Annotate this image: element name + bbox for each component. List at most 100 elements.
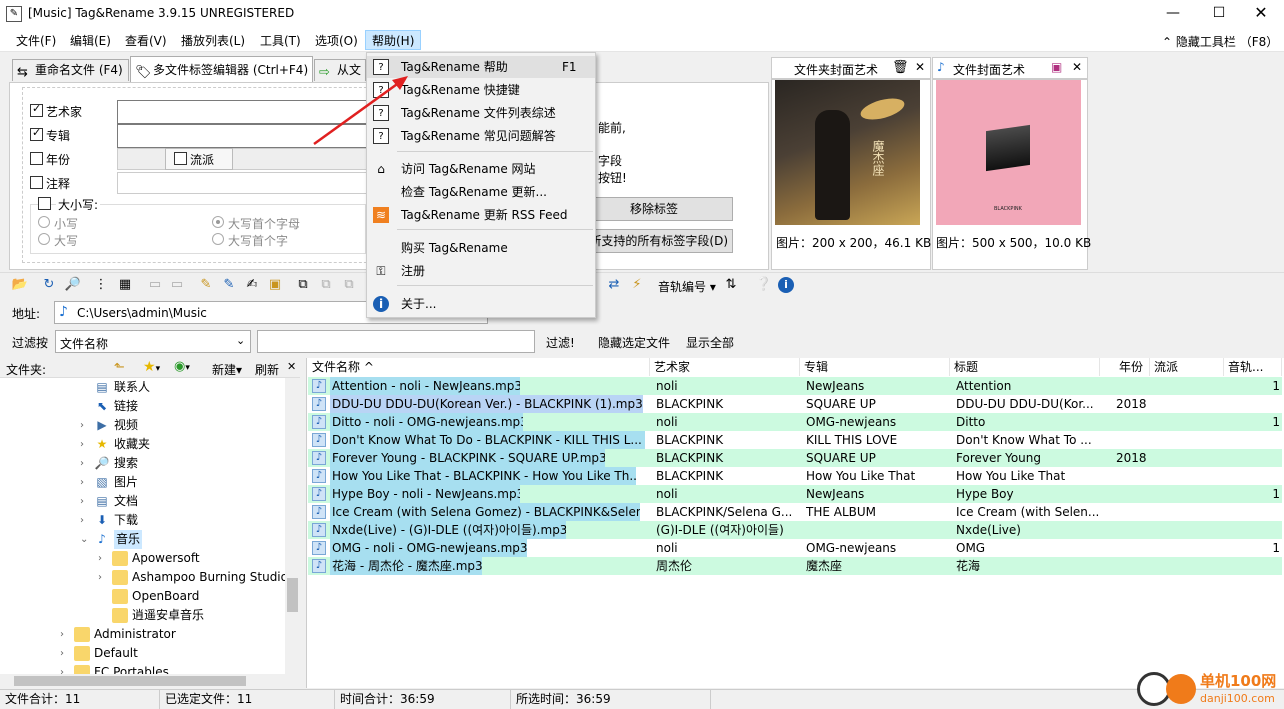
file-row[interactable]: ♪ Hype Boy - noli - NewJeans.mp3 noli NewJe… xyxy=(308,485,1282,503)
lightning-icon[interactable]: ⚡ xyxy=(628,276,646,294)
help-menu-item-9[interactable]: i 关于... xyxy=(367,293,595,315)
help-menu-item-8[interactable]: ⚿ 注册 xyxy=(367,260,595,282)
help-menu-item-5[interactable]: 检查 Tag&Rename 更新... xyxy=(367,181,595,203)
expand-chevron-icon[interactable]: › xyxy=(80,492,92,511)
tree-item-fc-portables[interactable]: › FC Portables xyxy=(60,663,300,674)
tag-edit-icon[interactable]: ✎ xyxy=(220,276,238,294)
column-header-3[interactable]: 标题 xyxy=(950,358,1100,376)
tree-icon[interactable]: ⋮ xyxy=(92,276,110,294)
help-menu-item-4[interactable]: ⌂ 访问 Tag&Rename 网站 xyxy=(367,158,595,180)
refresh-icon[interactable]: ↻ xyxy=(40,276,58,294)
capitalize-word-radio[interactable] xyxy=(212,233,224,245)
tree-item-ashampoo-burning-studio[interactable]: › Ashampoo Burning Studio xyxy=(98,568,300,587)
tree-item-apowersoft[interactable]: › Apowersoft xyxy=(98,549,300,568)
help-menu-item-7[interactable]: 购买 Tag&Rename xyxy=(367,237,595,259)
file-row[interactable]: ♪ OMG - noli - OMG-newjeans.mp3 noli OMG-ne… xyxy=(308,539,1282,557)
favorites-star-icon[interactable]: ★▾ xyxy=(143,359,160,375)
minimize-button[interactable]: — xyxy=(1150,0,1196,28)
help-icon[interactable]: ❔ xyxy=(755,276,773,294)
tab-rename-files[interactable]: ⇆ 重命名文件 (F4) xyxy=(12,59,129,81)
case-checkbox[interactable] xyxy=(38,197,51,210)
copy-icon[interactable]: ⧉ xyxy=(294,276,312,294)
maximize-button[interactable]: ☐ xyxy=(1196,0,1242,28)
help-menu-item-6[interactable]: ≋ Tag&Rename 更新 RSS Feed xyxy=(367,204,595,226)
expand-chevron-icon[interactable]: › xyxy=(98,549,110,568)
tree-item-administrator[interactable]: › Administrator xyxy=(60,625,300,644)
image-edit-icon[interactable]: ▣ xyxy=(1051,60,1062,74)
tree-item-联系人[interactable]: ▤ 联系人 xyxy=(80,378,300,397)
remove-tags-button[interactable]: 移除标签 xyxy=(575,197,733,221)
hide-toolbar-button[interactable]: ⌃ 隐藏工具栏 （F8） xyxy=(1162,33,1278,50)
column-header-6[interactable]: 音轨... xyxy=(1224,358,1282,376)
transfer-icon[interactable]: ⇄ xyxy=(605,276,623,294)
search-icon[interactable]: 🔎 xyxy=(64,276,82,294)
expand-chevron-icon[interactable]: › xyxy=(60,644,72,663)
column-header-4[interactable]: 年份 xyxy=(1100,358,1150,376)
expand-chevron-icon[interactable]: › xyxy=(80,416,92,435)
tree-item-音乐[interactable]: ⌄ ♪ 音乐 xyxy=(80,530,300,549)
new-folder-button[interactable]: 新建▾ xyxy=(212,361,242,378)
filter-button[interactable]: 过滤! xyxy=(546,334,575,351)
open-folder-icon[interactable]: 📂 xyxy=(11,276,29,294)
filter-field-select[interactable]: 文件名称 ⌄ xyxy=(55,330,251,353)
menu-options[interactable]: 选项(O) xyxy=(309,31,364,51)
tree-hscroll-thumb[interactable] xyxy=(14,676,246,686)
comment-input[interactable] xyxy=(117,172,367,194)
filter-input[interactable] xyxy=(257,330,535,353)
tree-item-链接[interactable]: ⬉ 链接 xyxy=(80,397,300,416)
year-checkbox[interactable] xyxy=(30,152,43,165)
expand-chevron-icon[interactable]: › xyxy=(98,568,110,587)
file-row[interactable]: ♪ Attention - noli - NewJeans.mp3 noli NewJ… xyxy=(308,377,1282,395)
tree-item-视频[interactable]: › ▶ 视频 xyxy=(80,416,300,435)
close-icon[interactable]: ✕ xyxy=(915,60,925,74)
lowercase-radio[interactable] xyxy=(38,216,50,228)
trash-icon[interactable]: 🗑 xyxy=(892,60,909,75)
file-row[interactable]: ♪ 花海 - 周杰伦 - 魔杰座.mp3 周杰伦 魔杰座 花海 xyxy=(308,557,1282,575)
tree-item-收藏夹[interactable]: › ★ 收藏夹 xyxy=(80,435,300,454)
expand-chevron-icon[interactable]: › xyxy=(60,663,72,674)
case-icon[interactable]: ⇅ xyxy=(722,276,740,294)
note-icon[interactable]: ✍ xyxy=(243,276,261,294)
close-icon[interactable]: ✕ xyxy=(1072,60,1082,74)
file-row[interactable]: ♪ Nxde(Live) - (G)I-DLE ((여자)아이들).mp3 (G)I… xyxy=(308,521,1282,539)
file-row[interactable]: ♪ Ditto - noli - OMG-newjeans.mp3 noli OMG-… xyxy=(308,413,1282,431)
tree-item-文档[interactable]: › ▤ 文档 xyxy=(80,492,300,511)
expand-chevron-icon[interactable]: › xyxy=(60,625,72,644)
pen-icon[interactable]: ✎ xyxy=(197,276,215,294)
column-header-1[interactable]: 艺术家 xyxy=(650,358,800,376)
expand-chevron-icon[interactable]: › xyxy=(80,511,92,530)
folder-yellow-icon[interactable]: ▣ xyxy=(266,276,284,294)
tree-item-default[interactable]: › Default xyxy=(60,644,300,663)
tree-item-openboard[interactable]: OpenBoard xyxy=(98,587,300,606)
close-button[interactable]: ✕ xyxy=(1238,0,1284,28)
tab-multi-tag-editor[interactable]: 🏷 多文件标签编辑器 (Ctrl+F4) xyxy=(130,56,313,82)
tree-item-逍遥安卓音乐[interactable]: 逍遥安卓音乐 xyxy=(98,606,300,625)
file-row[interactable]: ♪ Don't Know What To Do - BLACKPINK - KIL… xyxy=(308,431,1282,449)
tree-item-搜索[interactable]: › 🔎 搜索 xyxy=(80,454,300,473)
info-icon[interactable]: i xyxy=(778,277,794,293)
tree-item-图片[interactable]: › ▧ 图片 xyxy=(80,473,300,492)
file-row[interactable]: ♪ Ice Cream (with Selena Gomez) - BLACKPI… xyxy=(308,503,1282,521)
menu-edit[interactable]: 编辑(E) xyxy=(64,31,117,51)
column-header-5[interactable]: 流派 xyxy=(1150,358,1224,376)
folder-up-icon[interactable]: ⬑ xyxy=(114,360,125,375)
expand-chevron-icon[interactable]: › xyxy=(80,454,92,473)
track-number-dropdown[interactable]: 音轨编号 ▾ xyxy=(658,278,716,295)
all-fields-button[interactable]: 所支持的所有标签字段(D) xyxy=(575,229,733,253)
comment-checkbox[interactable] xyxy=(30,176,43,189)
menu-file[interactable]: 文件(F) xyxy=(10,31,62,51)
uppercase-radio[interactable] xyxy=(38,233,50,245)
menu-help[interactable]: 帮助(H) xyxy=(365,30,422,50)
file-row[interactable]: ♪ How You Like That - BLACKPINK - How You… xyxy=(308,467,1282,485)
expand-chevron-icon[interactable]: › xyxy=(80,473,92,492)
tree-item-下载[interactable]: › ⬇ 下载 xyxy=(80,511,300,530)
expanded-chevron-icon[interactable]: ⌄ xyxy=(80,530,92,549)
menu-tools[interactable]: 工具(T) xyxy=(254,31,307,51)
grid-icon[interactable]: ▦ xyxy=(116,276,134,294)
close-icon[interactable]: ✕ xyxy=(287,360,296,373)
artist-checkbox[interactable] xyxy=(30,102,43,117)
tree-scroll-thumb[interactable] xyxy=(287,578,298,612)
globe-icon[interactable]: ◉▾ xyxy=(174,359,190,374)
expand-chevron-icon[interactable]: › xyxy=(80,435,92,454)
album-checkbox[interactable] xyxy=(30,126,43,141)
